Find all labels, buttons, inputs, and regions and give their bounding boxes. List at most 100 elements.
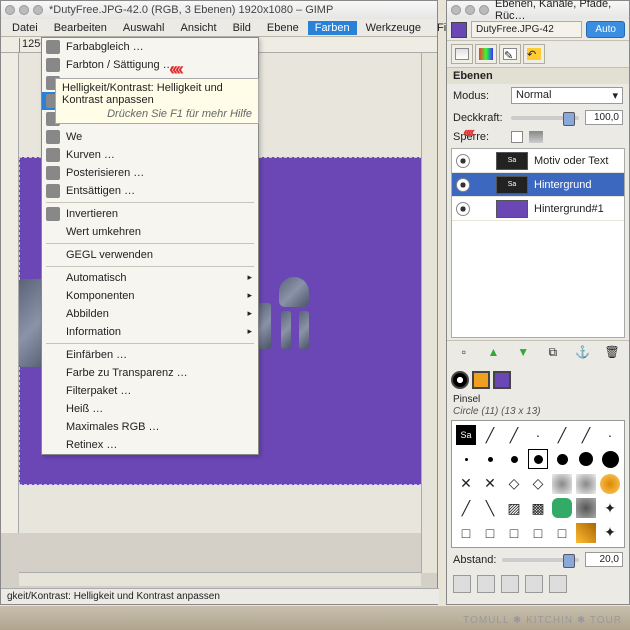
scrollbar-horizontal[interactable] — [19, 572, 421, 586]
brush-item[interactable]: ╱ — [504, 425, 524, 445]
menubar[interactable]: Datei Bearbeiten Auswahl Ansicht Bild Eb… — [1, 19, 437, 37]
layers-tab-icon[interactable] — [451, 44, 473, 64]
layer-name[interactable]: Motiv oder Text — [534, 155, 608, 167]
brush-item[interactable]: ╲ — [480, 498, 500, 518]
brush-item[interactable] — [504, 449, 524, 469]
scrollbar-vertical[interactable] — [421, 53, 437, 573]
menu-ebene[interactable]: Ebene — [260, 21, 306, 35]
brush-item[interactable]: □ — [552, 523, 572, 543]
dd-max-rgb[interactable]: Maximales RGB … — [42, 418, 258, 436]
zoom-dot[interactable] — [479, 5, 489, 15]
brush-item[interactable]: ✦ — [600, 523, 620, 543]
layer-item[interactable]: Hintergrund#1 — [452, 197, 624, 221]
minimize-dot[interactable] — [465, 5, 475, 15]
opacity-value[interactable]: 100,0 — [585, 110, 623, 125]
close-dot[interactable] — [5, 5, 15, 15]
duplicate-brush-icon[interactable] — [501, 575, 519, 593]
gradients-tab-icon[interactable] — [493, 371, 511, 389]
dd-farbe-transparenz[interactable]: Farbe zu Transparenz … — [42, 364, 258, 382]
menu-ansicht[interactable]: Ansicht — [173, 21, 223, 35]
channels-tab-icon[interactable] — [475, 44, 497, 64]
brush-item[interactable] — [480, 449, 500, 469]
brush-item[interactable]: □ — [480, 523, 500, 543]
auto-button[interactable]: Auto — [586, 21, 625, 38]
brush-item[interactable] — [552, 449, 572, 469]
menu-bearbeiten[interactable]: Bearbeiten — [47, 21, 114, 35]
anchor-layer-icon[interactable]: ⚓ — [573, 345, 591, 363]
brush-item[interactable] — [576, 474, 596, 494]
dd-filterpaket[interactable]: Filterpaket … — [42, 382, 258, 400]
patterns-tab-icon[interactable] — [472, 371, 490, 389]
delete-brush-icon[interactable] — [525, 575, 543, 593]
brush-item[interactable]: ✦ — [600, 498, 620, 518]
dd-retinex[interactable]: Retinex … — [42, 436, 258, 454]
brush-item[interactable]: ╱ — [576, 425, 596, 445]
menu-werkzeuge[interactable]: Werkzeuge — [359, 21, 428, 35]
new-layer-icon[interactable]: ▫ — [455, 345, 473, 363]
brush-grid[interactable]: Sa ╱ ╱ · ╱ ╱ · ✕ ✕ ◇ ◇ ╱ ╲ ▨ ▩ ✦ □ □ □ □… — [451, 420, 625, 548]
dd-gegl[interactable]: GEGL verwenden — [42, 246, 258, 264]
brush-item[interactable]: ✕ — [480, 474, 500, 494]
image-thumb-icon[interactable] — [451, 22, 467, 38]
duplicate-layer-icon[interactable]: ⧉ — [544, 345, 562, 363]
traffic-lights[interactable] — [451, 5, 489, 15]
dd-invertieren[interactable]: Invertieren — [42, 205, 258, 223]
dd-farbabgleich[interactable]: Farbabgleich … — [42, 38, 258, 56]
brush-item[interactable]: ✕ — [456, 474, 476, 494]
dd-komponenten[interactable]: Komponenten — [42, 287, 258, 305]
layer-name[interactable]: Hintergrund — [534, 179, 591, 191]
lower-layer-icon[interactable]: ▼ — [514, 345, 532, 363]
image-name[interactable]: DutyFree.JPG-42 — [471, 21, 582, 38]
minimize-dot[interactable] — [19, 5, 29, 15]
brush-item[interactable] — [552, 498, 572, 518]
dd-information[interactable]: Information — [42, 323, 258, 341]
brush-item[interactable]: ╱ — [480, 425, 500, 445]
brush-item[interactable]: ◇ — [528, 474, 548, 494]
mode-select[interactable]: Normal▾ — [511, 87, 623, 104]
layer-item[interactable]: Sa Motiv oder Text — [452, 149, 624, 173]
dd-automatisch[interactable]: Automatisch — [42, 269, 258, 287]
menu-auswahl[interactable]: Auswahl — [116, 21, 172, 35]
close-dot[interactable] — [451, 5, 461, 15]
dock-titlebar[interactable]: Ebenen, Kanäle, Pfade, Rüc… — [447, 1, 629, 19]
brush-item[interactable]: ▩ — [528, 498, 548, 518]
layer-visibility-icon[interactable] — [456, 178, 470, 192]
dd-heiss[interactable]: Heiß … — [42, 400, 258, 418]
brush-item[interactable] — [600, 474, 620, 494]
layer-name[interactable]: Hintergrund#1 — [534, 203, 604, 215]
brush-item[interactable]: □ — [528, 523, 548, 543]
main-titlebar[interactable]: *DutyFree.JPG-42.0 (RGB, 3 Ebenen) 1920x… — [1, 1, 437, 19]
brush-item[interactable] — [576, 498, 596, 518]
lock-pixels-checkbox[interactable] — [511, 131, 523, 143]
layer-list[interactable]: Sa Motiv oder Text Sa Hintergrund Hinter… — [451, 148, 625, 338]
brush-item[interactable]: □ — [456, 523, 476, 543]
delete-layer-icon[interactable]: 🗑 — [603, 345, 621, 363]
opacity-slider[interactable] — [511, 116, 579, 120]
brush-item[interactable]: ╱ — [456, 498, 476, 518]
brush-item[interactable] — [552, 474, 572, 494]
brush-item[interactable] — [576, 449, 596, 469]
dd-einfaerben2[interactable]: Einfärben … — [42, 346, 258, 364]
brush-item[interactable] — [576, 523, 596, 543]
dd-entsaettigen[interactable]: Entsättigen … — [42, 182, 258, 200]
brush-item[interactable]: ╱ — [552, 425, 572, 445]
layer-visibility-icon[interactable] — [456, 154, 470, 168]
brush-item[interactable] — [600, 449, 620, 469]
brush-item[interactable]: □ — [504, 523, 524, 543]
brushes-tab-icon[interactable] — [451, 371, 469, 389]
brush-item[interactable]: ◇ — [504, 474, 524, 494]
raise-layer-icon[interactable]: ▲ — [484, 345, 502, 363]
undo-tab-icon[interactable]: ↶ — [523, 44, 545, 64]
brush-item[interactable]: · — [528, 425, 548, 445]
dd-farbton[interactable]: Farbton / Sättigung … — [42, 56, 258, 74]
spacing-value[interactable]: 20,0 — [585, 552, 623, 567]
lock-alpha-icon[interactable] — [529, 131, 543, 143]
paths-tab-icon[interactable]: ✎ — [499, 44, 521, 64]
menu-datei[interactable]: Datei — [5, 21, 45, 35]
menu-bild[interactable]: Bild — [226, 21, 258, 35]
dd-abbilden[interactable]: Abbilden — [42, 305, 258, 323]
spacing-slider[interactable] — [502, 558, 579, 562]
dd-kurven[interactable]: Kurven … — [42, 146, 258, 164]
brush-item[interactable]: ▨ — [504, 498, 524, 518]
dd-posterisieren[interactable]: Posterisieren … — [42, 164, 258, 182]
